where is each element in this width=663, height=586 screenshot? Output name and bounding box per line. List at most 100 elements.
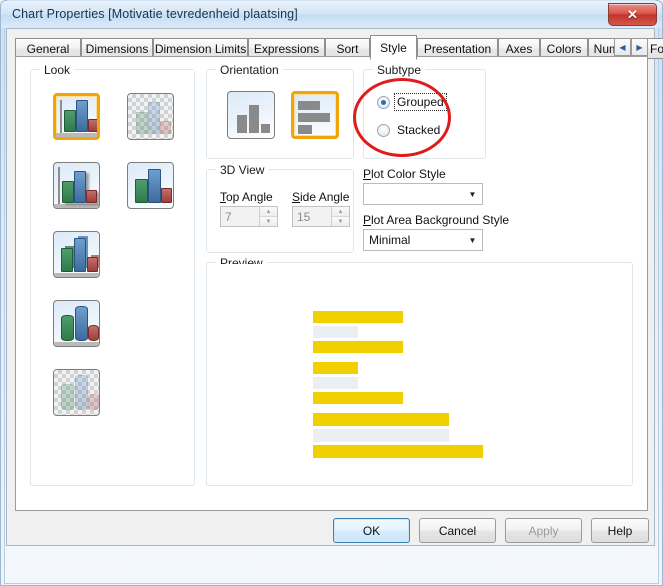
preview-bar	[313, 341, 403, 353]
ok-button-label: OK	[362, 523, 381, 538]
orientation-option-vertical[interactable]	[227, 91, 275, 139]
tab-label: Sort	[336, 41, 359, 56]
look-option-flat-2d-transparent[interactable]	[127, 93, 174, 140]
icon-hbar-3	[298, 125, 312, 134]
view3d-group: 3D View Top Angle 7 ▲ ▼ Side Angle 15 ▲ …	[206, 163, 354, 253]
icon-bar-red	[88, 119, 97, 132]
subtype-radio-stacked[interactable]: Stacked	[377, 122, 442, 138]
side-angle-spin-arrows[interactable]: ▲ ▼	[331, 207, 349, 226]
icon-ground	[54, 342, 99, 346]
view3d-group-legend: 3D View	[216, 163, 269, 177]
icon-cylinder-green	[61, 315, 74, 341]
orientation-group-legend: Orientation	[216, 63, 283, 77]
tab-scroll-next-button[interactable]: ▶	[631, 38, 648, 56]
look-option-3d-transparent[interactable]	[53, 369, 100, 416]
plot-area-background-style-accel: P	[363, 213, 372, 227]
top-angle-spin-arrows[interactable]: ▲ ▼	[259, 207, 277, 226]
plot-color-style-select[interactable]: ▼	[363, 183, 483, 205]
orientation-group: Orientation	[206, 63, 354, 159]
top-angle-value: 7	[225, 209, 232, 224]
icon-hbar-1	[298, 101, 320, 110]
cancel-button[interactable]: Cancel	[419, 518, 496, 543]
plot-area-background-style-select[interactable]: Minimal ▼	[363, 229, 483, 251]
icon-bar-green	[64, 110, 76, 132]
side-angle-stepper[interactable]: 15 ▲ ▼	[292, 206, 350, 227]
preview-bar	[313, 445, 483, 458]
icon-bar-red	[161, 188, 172, 203]
spin-down-icon[interactable]: ▼	[260, 217, 277, 226]
side-angle-label: Side Angle	[292, 190, 349, 204]
icon-cylinder-red	[88, 325, 99, 341]
preview-bar	[313, 326, 358, 338]
ok-button[interactable]: OK	[333, 518, 410, 543]
icon-bar-blue-3d	[74, 238, 86, 272]
spin-down-icon[interactable]: ▼	[332, 217, 349, 226]
icon-bar-green-3d	[61, 248, 73, 272]
window-title: Chart Properties [Motivatie tevredenheid…	[12, 7, 298, 21]
chevron-right-icon: ▶	[636, 42, 643, 52]
side-angle-accel: S	[292, 190, 301, 204]
icon-ghost-cylinders	[54, 370, 99, 415]
chevron-down-icon[interactable]: ▼	[463, 236, 482, 245]
spin-up-icon[interactable]: ▲	[260, 207, 277, 217]
icon-bar-blue	[148, 169, 161, 203]
look-group: Look	[30, 63, 195, 486]
radio-grouped-label: Grouped	[394, 93, 447, 111]
icon-bar-red-3d	[87, 257, 98, 272]
plot-color-style-label: Plot Color Style	[363, 167, 446, 181]
close-button[interactable]: ✕	[608, 3, 657, 26]
preview-bar	[313, 429, 449, 442]
chart-properties-dialog: Chart Properties [Motivatie tevredenheid…	[0, 0, 663, 586]
icon-vbar-1	[237, 115, 247, 133]
cancel-button-label: Cancel	[438, 523, 477, 538]
top-angle-label-rest: op Angle	[226, 190, 273, 204]
radio-stacked-label: Stacked	[397, 123, 441, 137]
top-angle-stepper[interactable]: 7 ▲ ▼	[220, 206, 278, 227]
subtype-radio-grouped[interactable]: Grouped	[377, 93, 447, 111]
tab-label: Font	[649, 41, 663, 56]
tab-label: Presentation	[423, 41, 492, 56]
plot-area-background-style-value: Minimal	[369, 233, 411, 247]
dialog-client-area: General Dimensions Dimension Limits Expr…	[6, 28, 663, 546]
plot-area-background-style-label: Plot Area Background Style	[363, 213, 509, 227]
subtype-group: Subtype Grouped Stacked	[363, 63, 486, 159]
apply-button: Apply	[505, 518, 582, 543]
preview-bar	[313, 413, 449, 426]
spin-up-icon[interactable]: ▲	[332, 207, 349, 217]
tab-style[interactable]: Style	[370, 35, 417, 60]
tab-label: Dimension Limits	[154, 41, 247, 56]
plot-color-style-accel: P	[363, 167, 372, 181]
tab-label: Axes	[505, 41, 533, 56]
tab-label: Dimensions	[85, 41, 149, 56]
radio-stacked-indicator[interactable]	[377, 123, 390, 137]
side-angle-value: 15	[297, 209, 311, 224]
radio-grouped-indicator[interactable]	[377, 95, 390, 109]
icon-bar-blue	[76, 100, 88, 132]
title-bar[interactable]: Chart Properties [Motivatie tevredenheid…	[1, 1, 662, 28]
plot-color-style-label-rest: lot Color Style	[371, 167, 446, 181]
tab-label: Style	[380, 40, 407, 55]
chevron-left-icon: ◀	[619, 42, 626, 52]
orientation-option-horizontal[interactable]	[291, 91, 339, 139]
plot-area-background-style-label-rest: lot Area Background Style	[371, 213, 510, 227]
look-option-2d-plain[interactable]	[127, 162, 174, 209]
look-option-flat-2d-solid[interactable]	[53, 93, 100, 140]
tab-label: General	[26, 41, 70, 56]
tab-label: Colors	[546, 41, 582, 56]
style-tab-page: Look Orientation 3D View Top Angle 7 ▲ ▼…	[15, 56, 648, 511]
preview-bar	[313, 392, 403, 404]
help-button-label: Help	[607, 523, 633, 538]
preview-bar	[313, 362, 358, 374]
tab-scroll-prev-button[interactable]: ◀	[614, 38, 631, 56]
look-option-3d-bars[interactable]	[53, 231, 100, 278]
icon-shadow-bars	[54, 163, 99, 208]
icon-ghost-bars	[128, 94, 173, 139]
help-button[interactable]: Help	[591, 518, 649, 543]
chevron-down-icon[interactable]: ▼	[463, 190, 482, 199]
preview-group: Preview	[206, 256, 633, 486]
look-option-3d-cylinders[interactable]	[53, 300, 100, 347]
look-option-2d-shadow[interactable]	[53, 162, 100, 209]
side-angle-label-rest: ide Angle	[300, 190, 350, 204]
icon-vbar-3	[261, 124, 270, 133]
icon-ground	[56, 133, 97, 137]
